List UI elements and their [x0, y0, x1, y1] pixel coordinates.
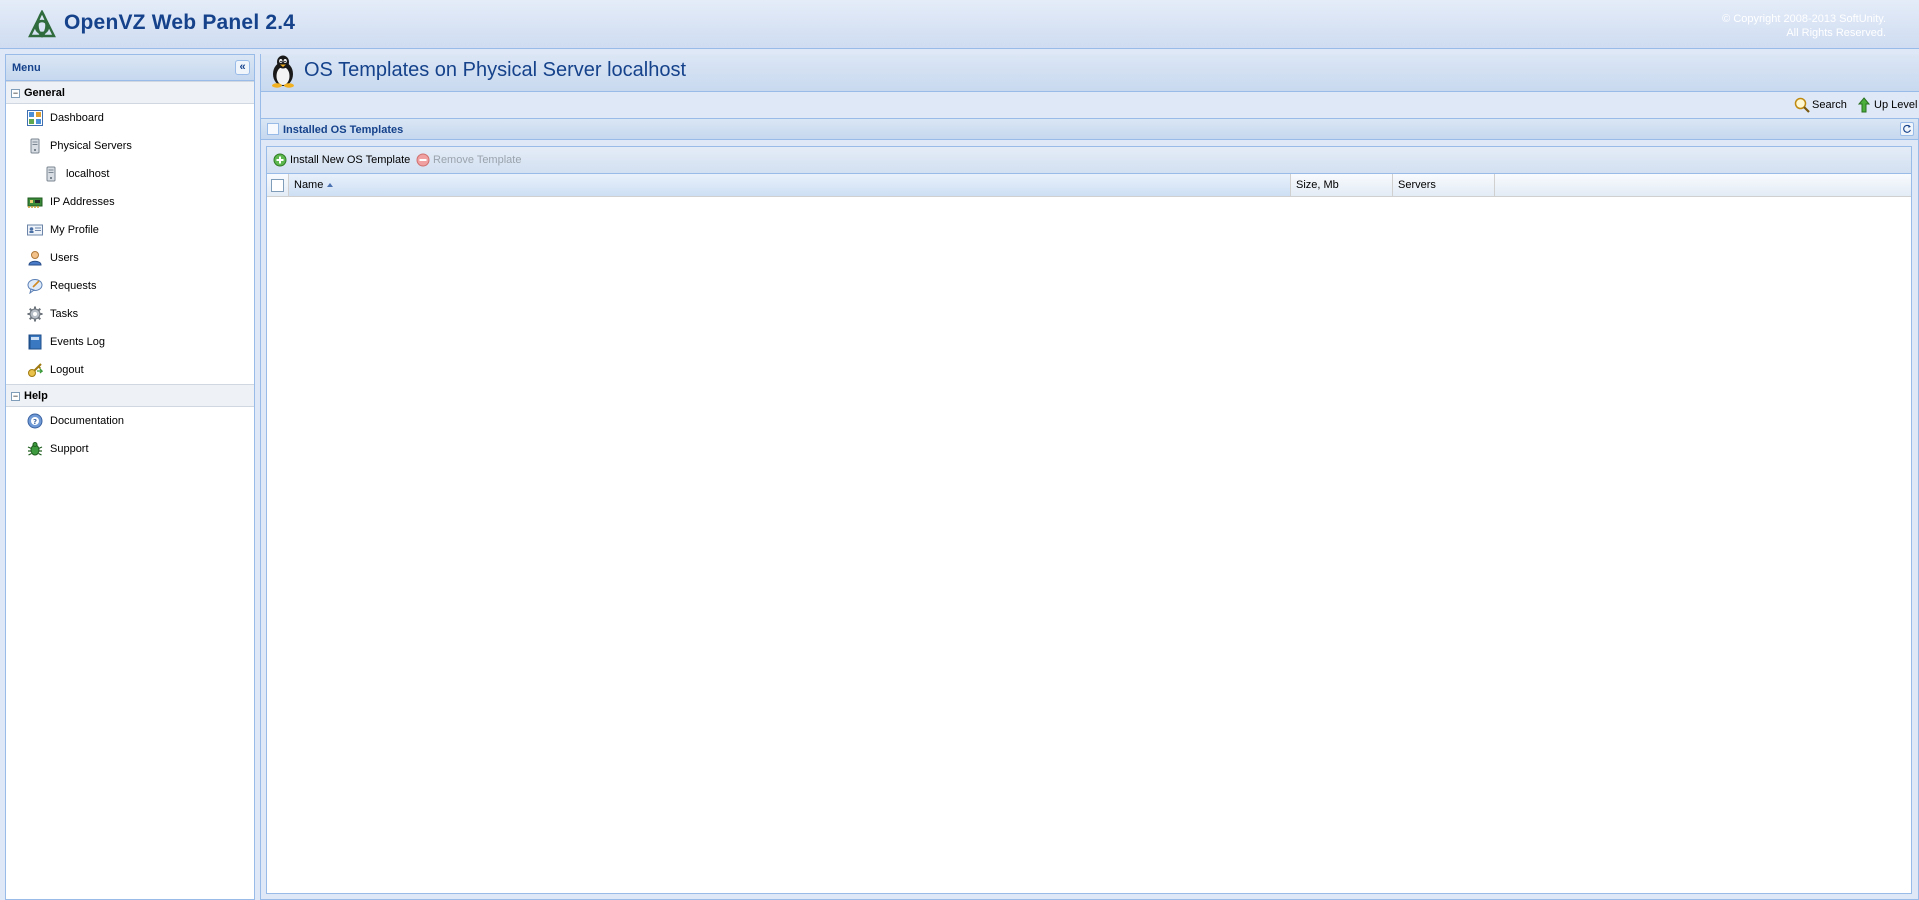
- profile-card-icon: [27, 224, 43, 236]
- sidebar-item-label: Dashboard: [50, 112, 104, 124]
- main-content: OS Templates on Physical Server localhos…: [260, 54, 1919, 900]
- sidebar-item-label: localhost: [66, 168, 110, 180]
- sidebar-item-documentation[interactable]: ? Documentation: [6, 407, 254, 435]
- sidebar-item-tasks[interactable]: Tasks: [6, 300, 254, 328]
- sidebar-item-dashboard[interactable]: Dashboard: [6, 104, 254, 132]
- app-title: OpenVZ Web Panel 2.4: [64, 11, 296, 34]
- sidebar-item-label: Logout: [50, 364, 84, 376]
- grid-body: [267, 198, 1911, 893]
- sidebar-item-users[interactable]: Users: [6, 244, 254, 272]
- server-icon: [30, 138, 40, 154]
- column-header-label: Servers: [1398, 179, 1436, 191]
- copyright-notice: © Copyright 2008-2013 SoftUnity. All Rig…: [1722, 12, 1886, 40]
- sidebar-item-label: Support: [50, 443, 89, 455]
- copyright-line: © Copyright 2008-2013 SoftUnity.: [1722, 13, 1886, 25]
- dashboard-icon: [27, 110, 43, 126]
- copyright-line: All Rights Reserved.: [1786, 27, 1886, 39]
- remove-icon: [416, 153, 430, 167]
- search-label: Search: [1812, 99, 1847, 111]
- log-book-icon: [28, 334, 42, 350]
- sidebar-item-label: Physical Servers: [50, 140, 132, 152]
- gear-icon: [27, 306, 43, 322]
- sort-ascending-icon: [327, 183, 334, 187]
- install-template-label: Install New OS Template: [290, 154, 411, 166]
- request-icon: [27, 279, 43, 294]
- page-title: OS Templates on Physical Server localhos…: [304, 59, 687, 81]
- templates-grid: Install New OS Template Remove Template …: [266, 146, 1912, 894]
- column-header-size[interactable]: Size, Mb: [1291, 174, 1393, 196]
- sidebar-item-label: Requests: [50, 280, 97, 292]
- menu-group-label: Help: [24, 390, 48, 402]
- select-all-checkbox[interactable]: [271, 179, 284, 192]
- svg-text:?: ?: [33, 418, 37, 426]
- refresh-icon[interactable]: [1900, 122, 1914, 136]
- sidebar-item-label: Documentation: [50, 415, 124, 427]
- grid-header-row: Name Size, Mb Servers: [267, 174, 1911, 197]
- openvz-logo-icon: [28, 10, 56, 38]
- templates-panel-title: Installed OS Templates: [283, 124, 404, 136]
- sidebar-item-localhost[interactable]: localhost: [6, 160, 254, 188]
- sidebar-item-label: My Profile: [50, 224, 99, 236]
- sidebar-item-requests[interactable]: Requests: [6, 272, 254, 300]
- select-all-column: [267, 174, 289, 196]
- collapse-group-icon[interactable]: −: [11, 89, 20, 98]
- sidebar-item-ip-addresses[interactable]: IP Addresses: [6, 188, 254, 216]
- sidebar-header: Menu «: [6, 55, 254, 81]
- sidebar-menu: Menu « − General Dashboard Physical Serv…: [5, 54, 255, 900]
- column-header-label: Size, Mb: [1296, 179, 1339, 191]
- sidebar-item-label: Tasks: [50, 308, 79, 320]
- server-icon: [46, 166, 56, 182]
- logout-key-icon: [28, 363, 43, 377]
- column-header-name[interactable]: Name: [289, 174, 1291, 196]
- installed-templates-panel: Installed OS Templates Install New OS Te…: [260, 118, 1919, 900]
- sidebar-item-label: IP Addresses: [50, 196, 115, 208]
- add-icon: [273, 153, 287, 167]
- column-header-servers[interactable]: Servers: [1393, 174, 1495, 196]
- sidebar-item-physical-servers[interactable]: Physical Servers: [6, 132, 254, 160]
- menu-group-label: General: [24, 87, 65, 99]
- up-level-label: Up Level: [1874, 99, 1918, 111]
- help-icon: ?: [27, 413, 43, 429]
- support-bug-icon: [27, 442, 43, 456]
- page-action-bar: Search Up Level: [260, 92, 1919, 118]
- linux-tux-icon: [272, 55, 294, 88]
- column-header-label: Name: [294, 179, 334, 191]
- templates-panel-header: Installed OS Templates: [261, 119, 1918, 140]
- sidebar-item-my-profile[interactable]: My Profile: [6, 216, 254, 244]
- sidebar-item-events-log[interactable]: Events Log: [6, 328, 254, 356]
- sidebar-item-support[interactable]: Support: [6, 435, 254, 463]
- network-card-icon: [27, 197, 43, 208]
- sidebar-item-logout[interactable]: Logout: [6, 356, 254, 384]
- collapse-sidebar-button[interactable]: «: [235, 60, 250, 75]
- user-icon: [28, 251, 42, 266]
- column-header-text: Name: [294, 179, 324, 191]
- menu-group-general[interactable]: − General: [6, 81, 254, 104]
- panel-icon: [267, 123, 279, 135]
- menu-group-help[interactable]: − Help: [6, 384, 254, 407]
- sidebar-item-label: Events Log: [50, 336, 106, 348]
- collapse-group-icon[interactable]: −: [11, 392, 20, 401]
- sidebar-item-label: Users: [50, 252, 79, 264]
- sidebar-title: Menu: [12, 62, 41, 74]
- up-arrow-icon: [1857, 97, 1871, 113]
- grid-toolbar: Install New OS Template Remove Template: [267, 147, 1911, 174]
- app-header: OpenVZ Web Panel 2.4 © Copyright 2008-20…: [0, 0, 1919, 49]
- page-title-bar: OS Templates on Physical Server localhos…: [260, 54, 1919, 92]
- search-icon: [1794, 97, 1810, 113]
- remove-template-label: Remove Template: [433, 154, 522, 166]
